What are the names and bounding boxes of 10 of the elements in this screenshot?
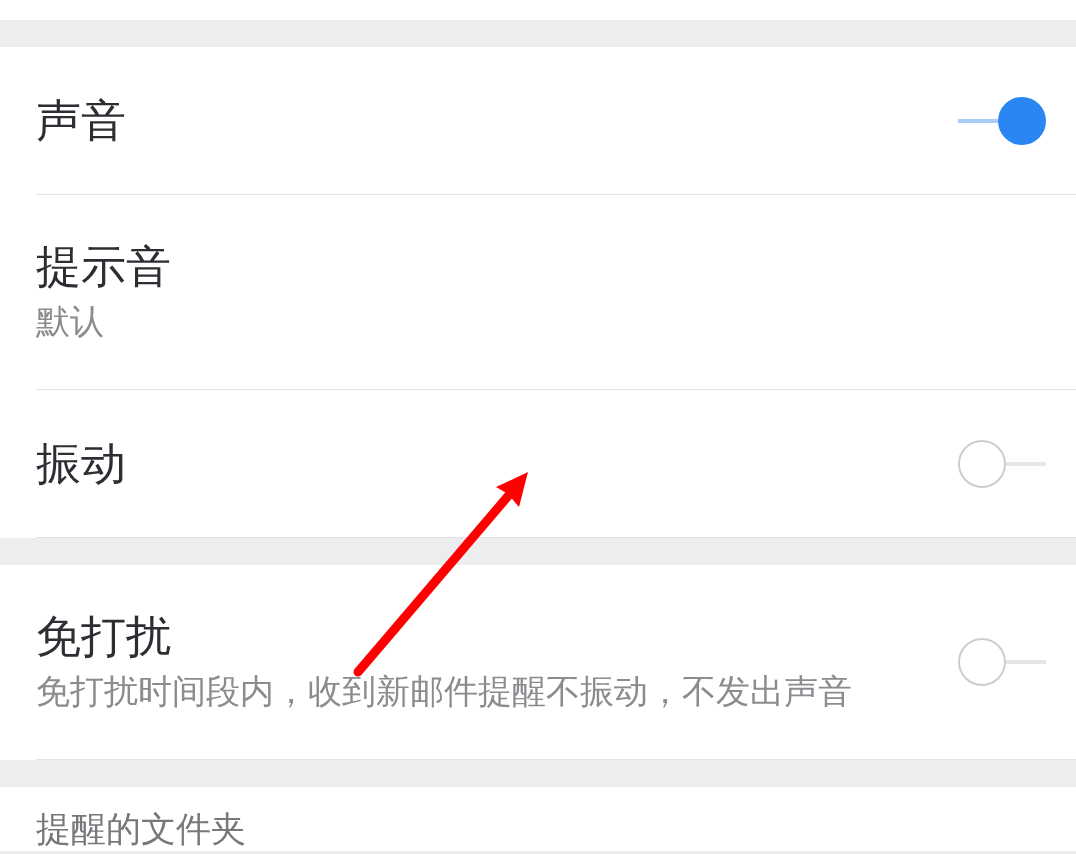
toggle-switch[interactable] bbox=[958, 95, 1046, 146]
section-header: 提醒的文件夹 bbox=[36, 808, 246, 851]
toggle-switch[interactable] bbox=[958, 438, 1046, 489]
setting-title: 声音 bbox=[36, 93, 126, 148]
setting-subtitle: 默认 bbox=[36, 300, 104, 343]
setting-title: 免打扰 bbox=[36, 610, 171, 664]
toggle-switch[interactable] bbox=[958, 637, 1046, 687]
setting-title: 提示音 bbox=[36, 240, 171, 294]
setting-title: 振动 bbox=[36, 436, 126, 491]
setting-subtitle: 免打扰时间段内，收到新邮件提醒不振动，不发出声音 bbox=[36, 670, 852, 713]
